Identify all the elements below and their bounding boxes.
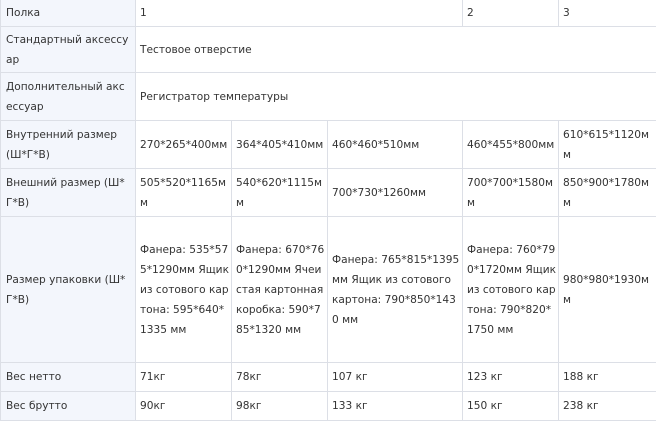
table-cell: 71кг — [135, 362, 232, 392]
table-row-standard-accessory: Стандартный аксессуар Тестовое отверстие — [0, 26, 656, 73]
table-cell: 3 — [558, 0, 656, 27]
table-cell: 2 — [462, 0, 560, 27]
row-label: Вес брутто — [0, 391, 136, 421]
table-cell: 90кг — [135, 391, 232, 421]
table-cell: 610*615*1120мм — [558, 120, 656, 169]
table-cell: 107 кг — [326, 362, 464, 392]
row-label: Размер упаковки (Ш*Г*В) — [0, 216, 136, 363]
table-row-shelf: Полка 1 2 3 — [0, 0, 656, 27]
table-cell: 270*265*400мм — [135, 120, 232, 169]
table-cell: 364*405*410мм — [231, 120, 328, 169]
spec-table: Полка 1 2 3 Стандартный аксессуар Тестов… — [0, 0, 656, 421]
table-cell: 460*455*800мм — [462, 120, 560, 169]
table-cell: 505*520*1165мм — [135, 168, 232, 217]
table-row-external-size: Внешний размер (Ш*Г*В) 505*520*1165мм 54… — [0, 168, 656, 217]
table-cell: Фанера: 765*815*1395мм Ящик из сотового … — [326, 216, 464, 363]
table-row-optional-accessory: Дополнительный аксессуар Регистратор тем… — [0, 72, 656, 121]
table-cell: Фанера: 760*790*1720мм Ящик из сотового … — [462, 216, 560, 363]
table-cell: 133 кг — [326, 391, 464, 421]
table-cell: 540*620*1115мм — [231, 168, 328, 217]
row-label: Стандартный аксессуар — [0, 26, 136, 73]
row-label: Дополнительный аксессуар — [0, 72, 136, 121]
table-cell: 150 кг — [462, 391, 560, 421]
table-cell: 188 кг — [558, 362, 656, 392]
table-row-gross-weight: Вес брутто 90кг 98кг 133 кг 150 кг 238 к… — [0, 391, 656, 421]
table-cell: 78кг — [231, 362, 328, 392]
row-label: Внутренний размер (Ш*Г*В) — [0, 120, 136, 169]
table-cell: 1 — [134, 0, 464, 27]
table-cell: Фанера: 670*760*1290мм Ячеистая картонна… — [231, 216, 328, 363]
table-cell: 238 кг — [558, 391, 656, 421]
table-row-package-size: Размер упаковки (Ш*Г*В) Фанера: 535*575*… — [0, 216, 656, 363]
table-cell: Регистратор температуры — [134, 72, 656, 121]
table-cell: 700*730*1260мм — [326, 168, 464, 217]
table-cell: 460*460*510мм — [326, 120, 464, 169]
table-cell: 850*900*1780мм — [558, 168, 656, 217]
table-row-internal-size: Внутренний размер (Ш*Г*В) 270*265*400мм … — [0, 120, 656, 169]
table-cell: Тестовое отверстие — [134, 26, 656, 73]
table-cell: Фанера: 535*575*1290мм Ящик из сотового … — [135, 216, 232, 363]
table-cell: 123 кг — [462, 362, 560, 392]
row-label: Внешний размер (Ш*Г*В) — [0, 168, 136, 217]
row-label: Вес нетто — [0, 362, 136, 392]
table-row-net-weight: Вес нетто 71кг 78кг 107 кг 123 кг 188 кг — [0, 362, 656, 392]
table-cell: 98кг — [231, 391, 328, 421]
row-label: Полка — [0, 0, 136, 27]
table-cell: 980*980*1930мм — [558, 216, 656, 363]
table-cell: 700*700*1580мм — [462, 168, 560, 217]
